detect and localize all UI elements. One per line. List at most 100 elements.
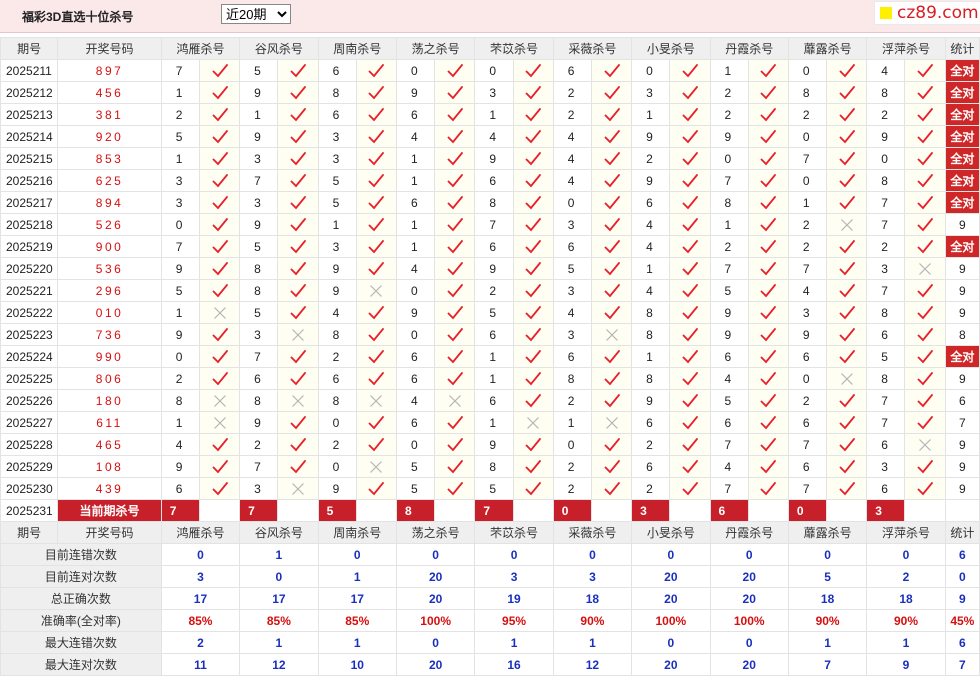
result-mark-cell bbox=[512, 455, 554, 478]
result-mark-cell bbox=[277, 81, 319, 104]
result-mark-cell bbox=[198, 191, 241, 214]
row-stat-cell: 9 bbox=[944, 213, 980, 236]
kill-value-cell: 3 bbox=[866, 257, 906, 280]
stat-value-cell: 20 bbox=[631, 565, 711, 588]
kill-value-cell: 4 bbox=[317, 301, 357, 324]
stat-value-cell: 9 bbox=[866, 653, 946, 676]
checkmark-icon bbox=[604, 481, 620, 495]
result-mark-cell bbox=[669, 125, 711, 148]
checkmark-icon bbox=[212, 107, 228, 121]
kill-value-cell: 5 bbox=[160, 125, 200, 148]
kill-value-cell: 6 bbox=[160, 477, 200, 500]
stat-row: 目前连对次数 3 0 1 20 3 3 20 20 5 2 0 bbox=[0, 565, 980, 588]
row-stat-cell: 9 bbox=[944, 257, 980, 280]
checkmark-icon bbox=[290, 283, 306, 297]
result-mark-cell bbox=[904, 389, 946, 412]
kill-value-cell: 1 bbox=[709, 213, 749, 236]
result-mark-cell bbox=[512, 59, 554, 82]
result-mark-cell bbox=[904, 411, 946, 434]
kill-value-cell: 7 bbox=[709, 257, 749, 280]
draw-number-cell: 853 bbox=[57, 147, 162, 170]
kill-value-cell: 3 bbox=[317, 147, 357, 170]
checkmark-icon bbox=[212, 239, 228, 253]
result-mark-cell bbox=[826, 279, 868, 302]
stat-summary-cell: 0 bbox=[944, 565, 980, 588]
result-mark-cell bbox=[434, 323, 476, 346]
checkmark-icon bbox=[604, 173, 620, 187]
checkmark-icon bbox=[682, 459, 698, 473]
kill-value-cell: 0 bbox=[317, 455, 357, 478]
checkmark-icon bbox=[917, 349, 933, 363]
checkmark-icon bbox=[839, 393, 855, 407]
checkmark-icon bbox=[290, 151, 306, 165]
checkmark-icon bbox=[682, 195, 698, 209]
result-mark-cell bbox=[198, 169, 241, 192]
kill-value-cell: 6 bbox=[474, 389, 514, 412]
result-mark-cell bbox=[747, 301, 789, 324]
checkmark-icon bbox=[525, 129, 542, 143]
checkmark-icon bbox=[760, 371, 777, 385]
kill-value-cell: 6 bbox=[395, 411, 436, 434]
checkmark-icon bbox=[447, 239, 463, 253]
stat-value-cell: 0 bbox=[631, 543, 711, 566]
stat-value-cell: 1 bbox=[474, 631, 554, 654]
header-expert: 丹霞杀号 bbox=[709, 521, 789, 544]
checkmark-icon bbox=[839, 151, 855, 165]
checkmark-icon bbox=[447, 415, 463, 429]
kill-value-cell: 9 bbox=[239, 411, 279, 434]
checkmark-icon bbox=[525, 481, 542, 495]
stat-value-cell: 0 bbox=[787, 543, 868, 566]
kill-value-cell: 9 bbox=[631, 389, 671, 412]
checkmark-icon bbox=[447, 371, 463, 385]
kill-value-cell: 6 bbox=[866, 477, 906, 500]
stat-value-cell: 20 bbox=[709, 653, 789, 676]
stat-value-cell: 3 bbox=[552, 565, 633, 588]
checkmark-icon bbox=[290, 415, 306, 429]
kill-value-cell: 8 bbox=[239, 389, 279, 412]
period-select[interactable]: 近20期 bbox=[221, 4, 291, 24]
result-mark-cell bbox=[355, 81, 397, 104]
stat-value-cell: 0 bbox=[709, 543, 789, 566]
kill-value-cell: 3 bbox=[239, 477, 279, 500]
kill-value-cell: 0 bbox=[866, 147, 906, 170]
checkmark-icon bbox=[447, 195, 463, 209]
kill-value-cell: 7 bbox=[239, 345, 279, 368]
cross-icon bbox=[840, 218, 853, 231]
checkmark-icon bbox=[760, 437, 777, 451]
stat-value-cell: 17 bbox=[317, 587, 397, 610]
checkmark-icon bbox=[917, 173, 933, 187]
kill-value-cell: 6 bbox=[866, 433, 906, 456]
result-mark-cell bbox=[277, 169, 319, 192]
kill-value-cell: 1 bbox=[552, 411, 592, 434]
header-stat: 统计 bbox=[944, 521, 980, 544]
row-stat-cell: 全对 bbox=[944, 103, 980, 126]
checkmark-icon bbox=[917, 393, 933, 407]
result-mark-cell bbox=[277, 345, 319, 368]
checkmark-icon bbox=[290, 173, 306, 187]
checkmark-icon bbox=[212, 327, 228, 341]
stat-value-cell: 12 bbox=[239, 653, 319, 676]
kill-value-cell: 6 bbox=[474, 323, 514, 346]
checkmark-icon bbox=[290, 437, 306, 451]
stat-summary-cell: 6 bbox=[944, 631, 980, 654]
stat-value-cell: 0 bbox=[552, 543, 633, 566]
table-row: 2025221 296 5 8 9 0 2 3 4 5 4 7 9 bbox=[0, 279, 980, 302]
checkmark-icon bbox=[839, 173, 855, 187]
kill-value-cell: 4 bbox=[631, 235, 671, 258]
checkmark-icon bbox=[839, 129, 855, 143]
checkmark-icon bbox=[525, 151, 542, 165]
result-mark-cell bbox=[826, 389, 868, 412]
result-mark-cell bbox=[669, 257, 711, 280]
table-row: 2025227 611 1 9 0 6 1 1 6 6 6 7 7 bbox=[0, 411, 980, 434]
result-mark-cell bbox=[434, 103, 476, 126]
result-mark-cell bbox=[590, 103, 633, 126]
checkmark-icon bbox=[368, 129, 385, 143]
site-logo[interactable]: cz89.com bbox=[874, 1, 980, 25]
stat-row: 最大连错次数 2 1 1 0 1 1 0 0 1 1 6 bbox=[0, 631, 980, 654]
result-mark-cell bbox=[590, 125, 633, 148]
checkmark-icon bbox=[682, 415, 698, 429]
kill-value-cell: 1 bbox=[474, 367, 514, 390]
draw-number-cell: 465 bbox=[57, 433, 162, 456]
result-mark-cell bbox=[826, 81, 868, 104]
result-mark-cell bbox=[747, 213, 789, 236]
